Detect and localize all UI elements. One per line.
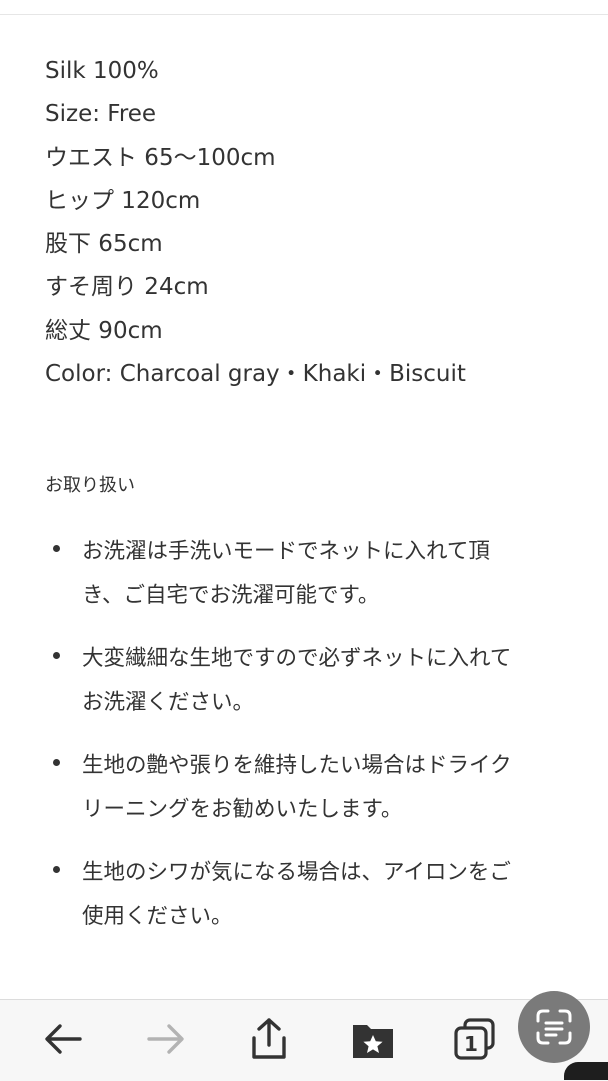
scan-text-icon: [536, 1009, 572, 1045]
list-item: 生地の艶や張りを維持したい場合はドライク リーニングをお勧めいたします。: [48, 744, 588, 832]
lens-button[interactable]: [518, 991, 590, 1063]
spec-color: Color: Charcoal gray・Khaki・Biscuit: [45, 361, 466, 388]
bullet-dot: [53, 545, 60, 552]
list-item: 大変繊細な生地ですので必ずネットに入れて お洗濯ください。: [48, 637, 588, 725]
tabs-button[interactable]: 1: [452, 1016, 498, 1062]
tab-count: 1: [464, 1032, 478, 1056]
care-list: お洗濯は手洗いモードでネットに入れて頂 き、ご自宅でお洗濯可能です。 大変繊細な…: [48, 530, 588, 958]
list-item: 生地のシワが気になる場合は、アイロンをご 使用ください。: [48, 851, 588, 939]
spec-hip: ヒップ 120cm: [45, 187, 201, 214]
care-text-line: 生地の艶や張りを維持したい場合はドライク: [82, 753, 512, 778]
care-text-line: 生地のシワが気になる場合は、アイロンをご: [82, 860, 511, 885]
spec-inseam: 股下 65cm: [45, 231, 163, 258]
tabs-icon: 1: [454, 1018, 495, 1060]
bookmark-folder-star-icon: [353, 1025, 393, 1058]
care-text-line: お洗濯は手洗いモードでネットに入れて頂: [82, 539, 490, 564]
share-button[interactable]: [246, 1016, 292, 1062]
care-text-line: き、ご自宅でお洗濯可能です。: [82, 583, 380, 608]
care-text-line: お洗濯ください。: [82, 690, 255, 715]
care-text-line: 大変繊細な生地ですので必ずネットに入れて: [82, 646, 512, 671]
bullet-dot: [53, 652, 60, 659]
care-heading: お取り扱い: [45, 475, 135, 496]
back-button[interactable]: [40, 1016, 86, 1062]
list-item: お洗濯は手洗いモードでネットに入れて頂 き、ご自宅でお洗濯可能です。: [48, 530, 588, 618]
care-text-line: 使用ください。: [82, 904, 233, 929]
arrow-left-icon: [45, 1024, 82, 1054]
corner-badge: [564, 1062, 608, 1080]
spec-hem: すそ周り 24cm: [45, 274, 209, 301]
bullet-dot: [53, 759, 60, 766]
arrow-right-icon: [147, 1024, 184, 1054]
share-icon: [252, 1018, 286, 1059]
product-specs: Silk 100% Size: Free ウエスト 65〜100cm ヒップ 1…: [45, 50, 585, 396]
care-text-line: リーニングをお勧めいたします。: [82, 797, 403, 822]
spec-size: Size: Free: [45, 101, 157, 128]
bullet-dot: [53, 866, 60, 873]
spec-material: Silk 100%: [45, 58, 159, 84]
spec-waist: ウエスト 65〜100cm: [45, 144, 276, 171]
bookmarks-button[interactable]: [350, 1016, 396, 1062]
spec-length: 総丈 90cm: [45, 317, 163, 344]
browser-toolbar: 1: [0, 999, 608, 1081]
forward-button[interactable]: [143, 1016, 189, 1062]
top-divider: [0, 14, 608, 15]
